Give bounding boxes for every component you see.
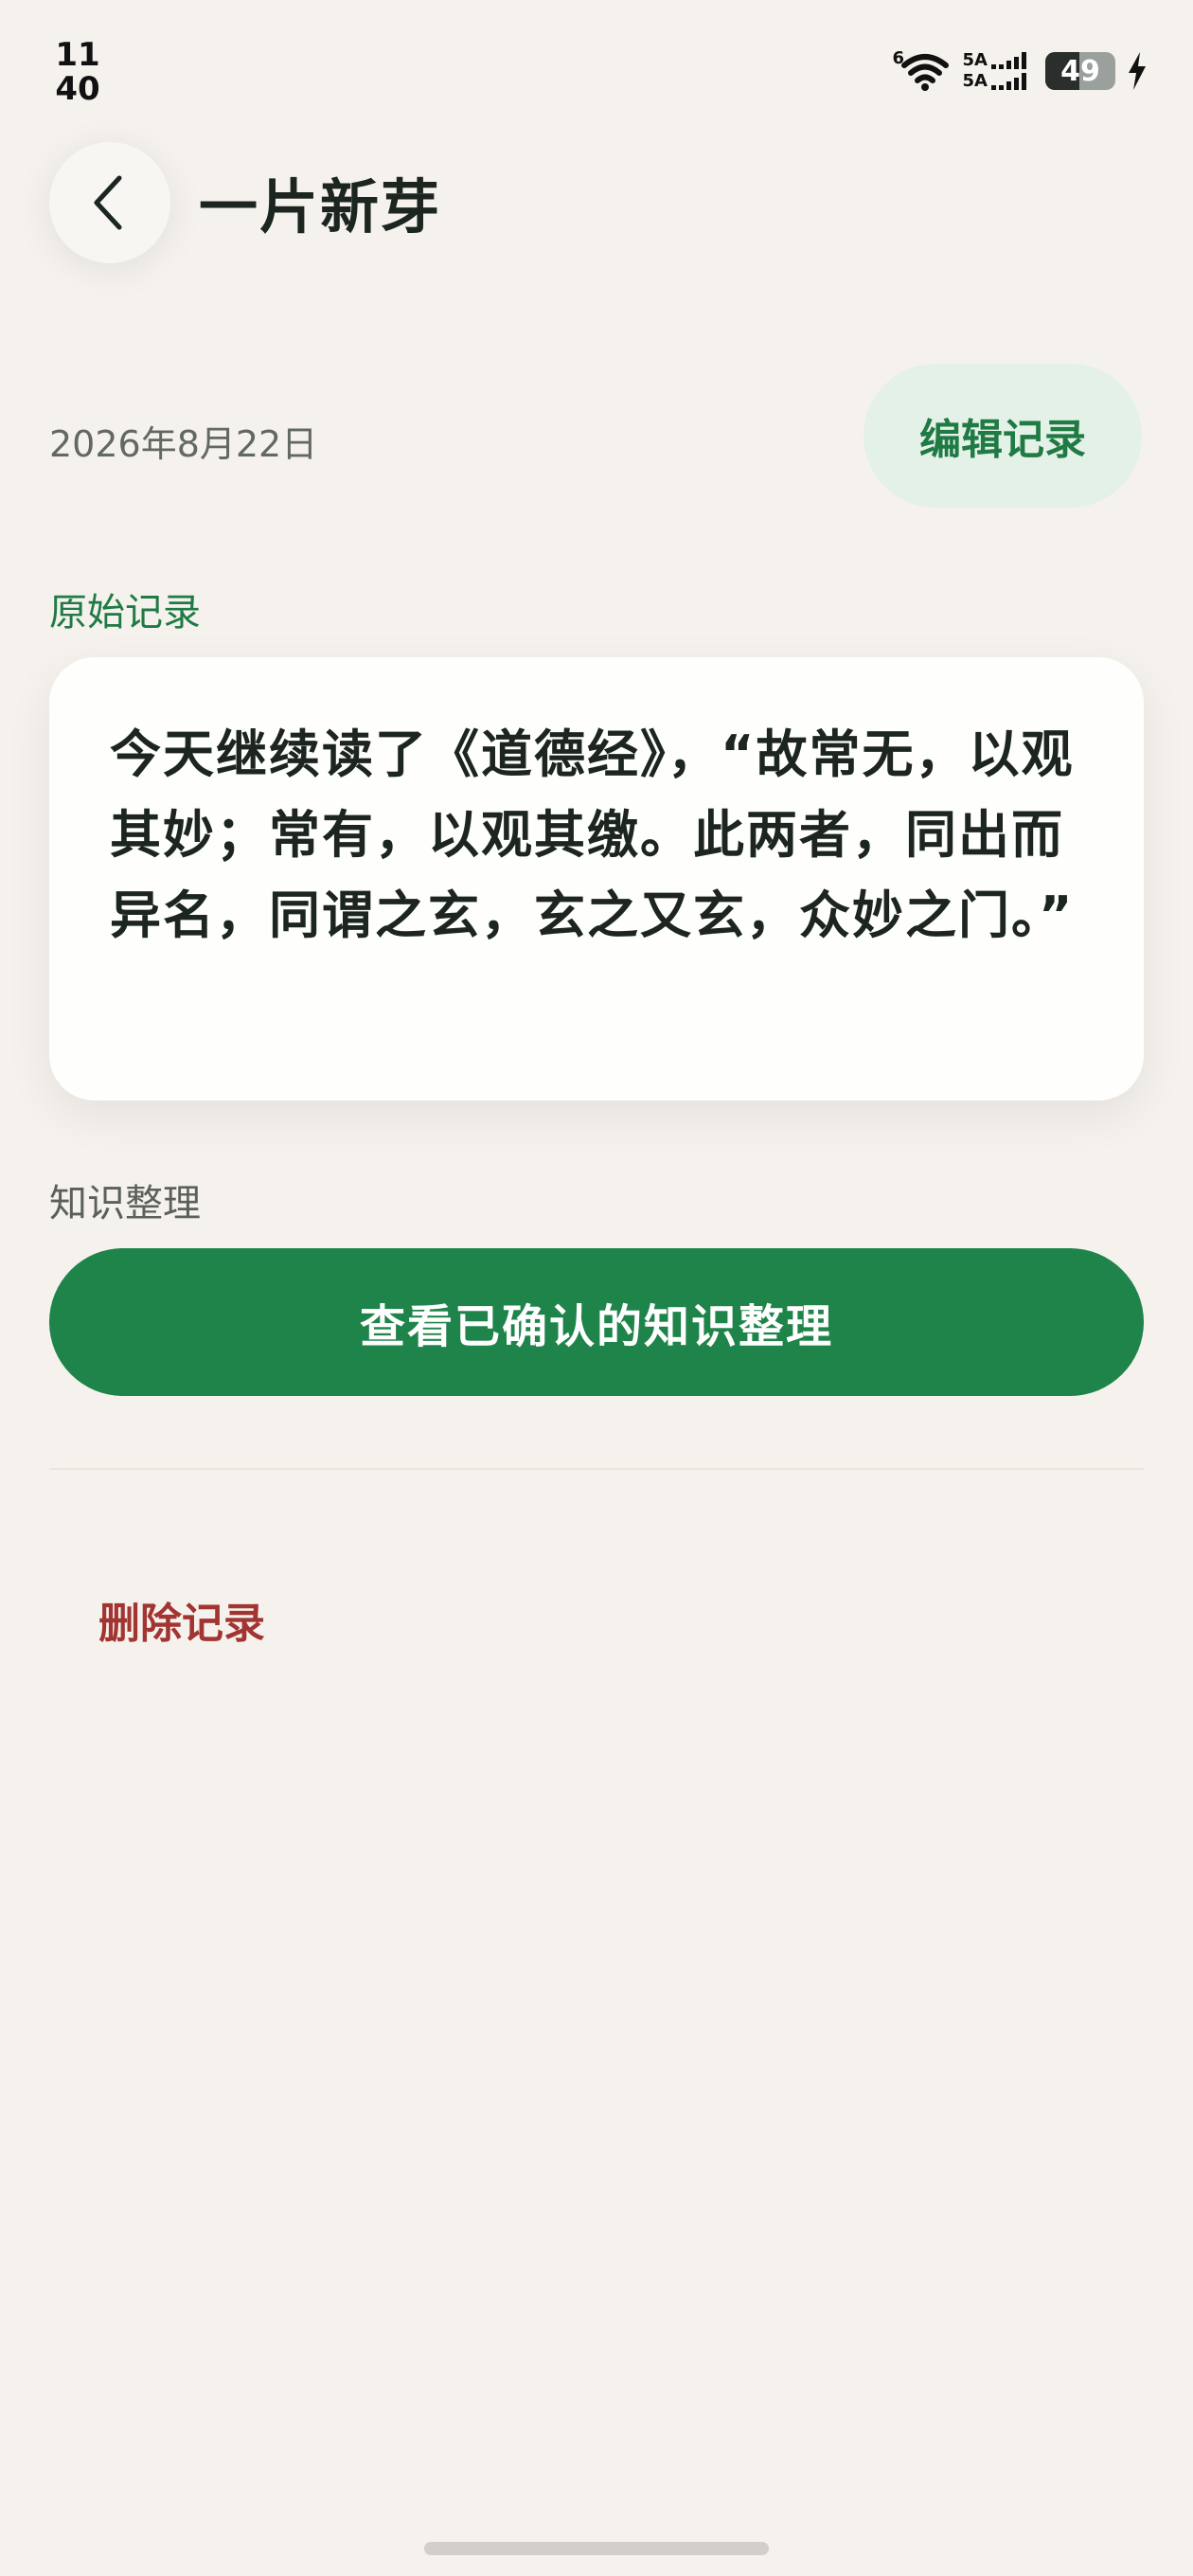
original-record-label: 原始记录 (49, 591, 201, 635)
time-minute: 40 (55, 70, 100, 108)
back-button[interactable] (49, 142, 170, 263)
wifi-badge: 6 (892, 48, 905, 68)
chevron-left-icon (94, 175, 122, 230)
cellular-signal-icon: 5A 5A (963, 51, 1026, 91)
record-date: 2026年8月22日 (49, 423, 318, 465)
status-bar: 11 40 6 5A 5A 49 (0, 0, 1193, 123)
wifi-icon: 6 (892, 48, 952, 92)
divider (49, 1468, 1144, 1470)
battery-icon: 49 (1045, 52, 1115, 90)
record-detail-page: 11 40 6 5A 5A 49 一片新芽 2026年8月22日 编辑记录 原始… (0, 0, 1193, 2576)
original-record-text: 今天继续读了《道德经》，“故常无，以观其妙；常有，以观其缴。此两者，同出而异名，… (110, 724, 1075, 945)
home-indicator[interactable] (424, 2542, 769, 2555)
signal-1-label: 5A (962, 50, 988, 70)
signal-2-label: 5A (962, 71, 988, 91)
lightning-bolt-icon (1129, 52, 1146, 90)
original-record-card: 今天继续读了《道德经》，“故常无，以观其妙；常有，以观其缴。此两者，同出而异名，… (49, 657, 1144, 1100)
time-hour: 11 (55, 36, 100, 74)
edit-record-button[interactable]: 编辑记录 (864, 364, 1142, 508)
status-time: 11 40 (49, 38, 106, 106)
page-title: 一片新芽 (199, 172, 442, 242)
delete-record-button[interactable]: 删除记录 (98, 1589, 265, 1650)
view-confirmed-knowledge-button[interactable]: 查看已确认的知识整理 (49, 1248, 1144, 1396)
battery-level: 49 (1060, 54, 1100, 88)
knowledge-section-label: 知识整理 (49, 1182, 201, 1225)
status-icons: 6 5A 5A 49 (893, 47, 1148, 95)
